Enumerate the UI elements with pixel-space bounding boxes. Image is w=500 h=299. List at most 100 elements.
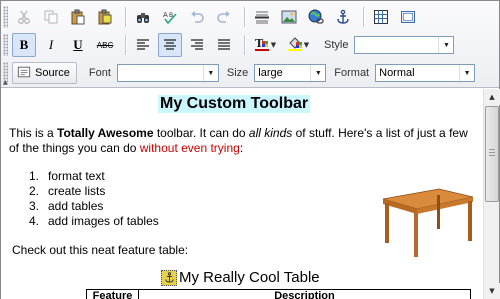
vertical-scrollbar[interactable]: ▲ ▼ <box>483 89 500 299</box>
form-button[interactable] <box>396 5 420 29</box>
undo-icon <box>189 9 205 25</box>
text-color-button[interactable]: T ▼ <box>250 33 280 57</box>
image-button[interactable] <box>277 5 301 29</box>
toolbar-row-1: AB <box>3 4 423 30</box>
source-icon <box>17 65 31 82</box>
html-editor: AB B I U ABC T ▼ ▼ Style ▼ Source Font ▼… <box>0 0 500 299</box>
editor-content[interactable]: My Custom Toolbar This is a Totally Awes… <box>1 89 483 299</box>
chevron-down-icon[interactable]: ▼ <box>459 65 474 81</box>
paste-button[interactable] <box>66 5 90 29</box>
text-color-icon: T <box>254 36 270 55</box>
text-run: This is a <box>9 126 58 140</box>
underline-button[interactable]: U <box>66 33 90 57</box>
justify-button[interactable] <box>212 33 236 57</box>
chevron-down-icon: ▼ <box>270 41 277 49</box>
underline-label: U <box>73 37 83 52</box>
list-number: 4. <box>29 214 40 228</box>
hyperlink-button[interactable] <box>304 5 328 29</box>
chevron-down-icon[interactable]: ▼ <box>202 65 218 81</box>
anchor-marker-icon[interactable] <box>161 269 177 286</box>
format-value: Normal <box>379 67 415 79</box>
toolbar-grip[interactable] <box>3 6 8 28</box>
list-item: 1. format text <box>29 169 159 184</box>
align-center-button[interactable] <box>158 33 182 57</box>
list-number: 3. <box>29 199 40 213</box>
toolbar-grip[interactable] <box>3 34 8 56</box>
italic-text: all kinds <box>248 126 293 140</box>
chevron-down-icon[interactable]: ▼ <box>310 65 325 81</box>
scrollbar-thumb[interactable] <box>485 106 499 202</box>
feature-note: Check out this neat feature table: <box>12 243 189 257</box>
anchor-button[interactable] <box>331 5 355 29</box>
horizontal-rule-icon <box>254 9 270 25</box>
paint-bucket-icon <box>287 36 303 55</box>
source-label: Source <box>35 67 70 79</box>
table-button[interactable] <box>369 5 393 29</box>
format-select[interactable]: Normal ▼ <box>375 64 476 82</box>
align-center-icon <box>162 37 178 53</box>
list-item: 2. create lists <box>29 184 159 199</box>
chevron-down-icon[interactable]: ▼ <box>438 37 453 53</box>
toolbar-separator <box>363 7 364 27</box>
justify-icon <box>216 37 232 53</box>
binoculars-icon <box>135 9 151 25</box>
italic-label: I <box>48 37 54 52</box>
document-title: My Custom Toolbar <box>158 95 311 113</box>
toolbar-separator <box>244 35 245 55</box>
intro-paragraph: This is a Totally Awesome toolbar. It ca… <box>9 126 479 156</box>
undo-button[interactable] <box>185 5 209 29</box>
find-button[interactable] <box>131 5 155 29</box>
toolbar-row-2: B I U ABC T ▼ ▼ Style ▼ <box>3 32 455 58</box>
size-value: large <box>258 67 283 79</box>
list-text: add tables <box>48 199 104 213</box>
italic-button[interactable]: I <box>39 33 63 57</box>
copy-icon <box>43 9 59 25</box>
paste-icon <box>70 9 86 25</box>
copy-button[interactable] <box>39 5 63 29</box>
editor-toolbar: AB B I U ABC T ▼ ▼ Style ▼ Source Font ▼… <box>1 1 499 88</box>
red-text: without even trying <box>139 141 240 155</box>
spellcheck-button[interactable]: AB <box>158 5 182 29</box>
horizontal-rule-button[interactable] <box>250 5 274 29</box>
table-caption-text: My Really Cool Table <box>179 269 320 286</box>
form-icon <box>400 9 416 25</box>
cut-icon <box>16 9 32 25</box>
list-text: format text <box>48 169 105 183</box>
align-right-button[interactable] <box>185 33 209 57</box>
table-header-cell: Description <box>274 290 335 299</box>
text-run: : <box>239 141 244 155</box>
cut-button[interactable] <box>12 5 36 29</box>
list-item: 3. add tables <box>29 199 159 214</box>
paste-text-button[interactable] <box>93 5 117 29</box>
collapse-toolbar-icon[interactable]: ▲ <box>3 79 8 86</box>
table-header-cell: Feature <box>87 290 139 299</box>
redo-button[interactable] <box>212 5 236 29</box>
scroll-down-icon[interactable]: ▼ <box>484 283 500 299</box>
background-color-button[interactable]: ▼ <box>283 33 313 57</box>
size-select[interactable]: large ▼ <box>254 64 327 82</box>
bold-button[interactable]: B <box>12 33 36 57</box>
align-left-button[interactable] <box>131 33 155 57</box>
list-number: 1. <box>29 169 40 183</box>
format-label: Format <box>334 67 370 79</box>
strikethrough-button[interactable]: ABC <box>93 33 117 57</box>
align-right-icon <box>189 37 205 53</box>
feature-table[interactable]: Feature Description <box>86 289 471 299</box>
toolbar-separator <box>125 7 126 27</box>
chevron-down-icon: ▼ <box>303 41 310 49</box>
svg-text:A: A <box>163 11 168 19</box>
image-icon <box>281 9 297 25</box>
scroll-up-icon[interactable]: ▲ <box>484 89 500 105</box>
font-select[interactable]: ▼ <box>116 64 219 82</box>
list-text: add images of tables <box>48 214 159 228</box>
ordered-list: 1. format text 2. create lists 3. add table… <box>29 169 159 229</box>
align-left-icon <box>135 37 151 53</box>
table-icon <box>373 9 389 25</box>
source-button[interactable]: Source <box>12 62 77 84</box>
toolbar-row-3: Source Font ▼ Size large ▼ Format Normal… <box>3 60 476 86</box>
list-text: create lists <box>48 184 106 198</box>
list-number: 2. <box>29 184 40 198</box>
wooden-table-image[interactable] <box>377 167 477 262</box>
style-select[interactable]: ▼ <box>354 36 455 54</box>
bold-text: Totally Awesome <box>57 126 154 140</box>
